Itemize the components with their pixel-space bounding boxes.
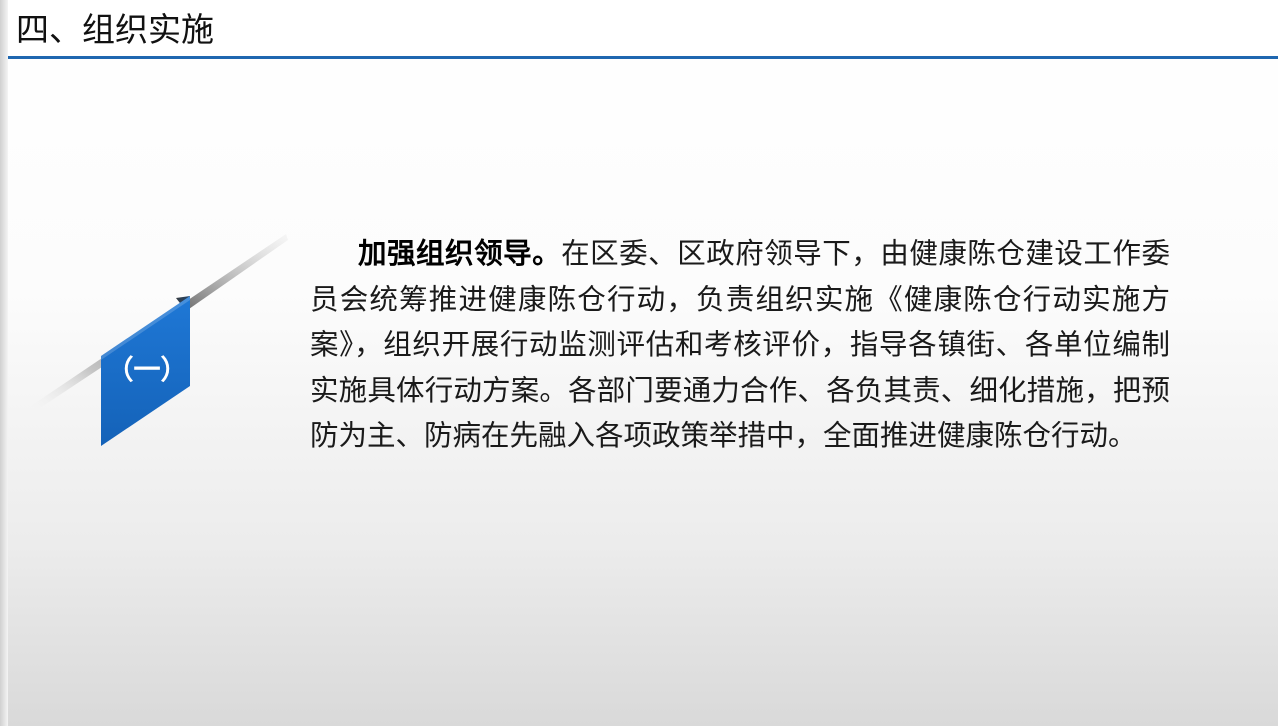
section-paragraph: 加强组织领导。在区委、区政府领导下，由健康陈仓建设工作委员会统筹推进健康陈仓行动… bbox=[310, 231, 1170, 459]
section-number: （一） bbox=[106, 355, 188, 386]
section-heading: 加强组织领导。 bbox=[358, 237, 562, 270]
slide: 四、组织实施 （一） 加强组织领导。在区委、区政府领导下，由健康陈仓建设工作委员… bbox=[0, 0, 1278, 726]
section-ribbon bbox=[22, 234, 288, 446]
